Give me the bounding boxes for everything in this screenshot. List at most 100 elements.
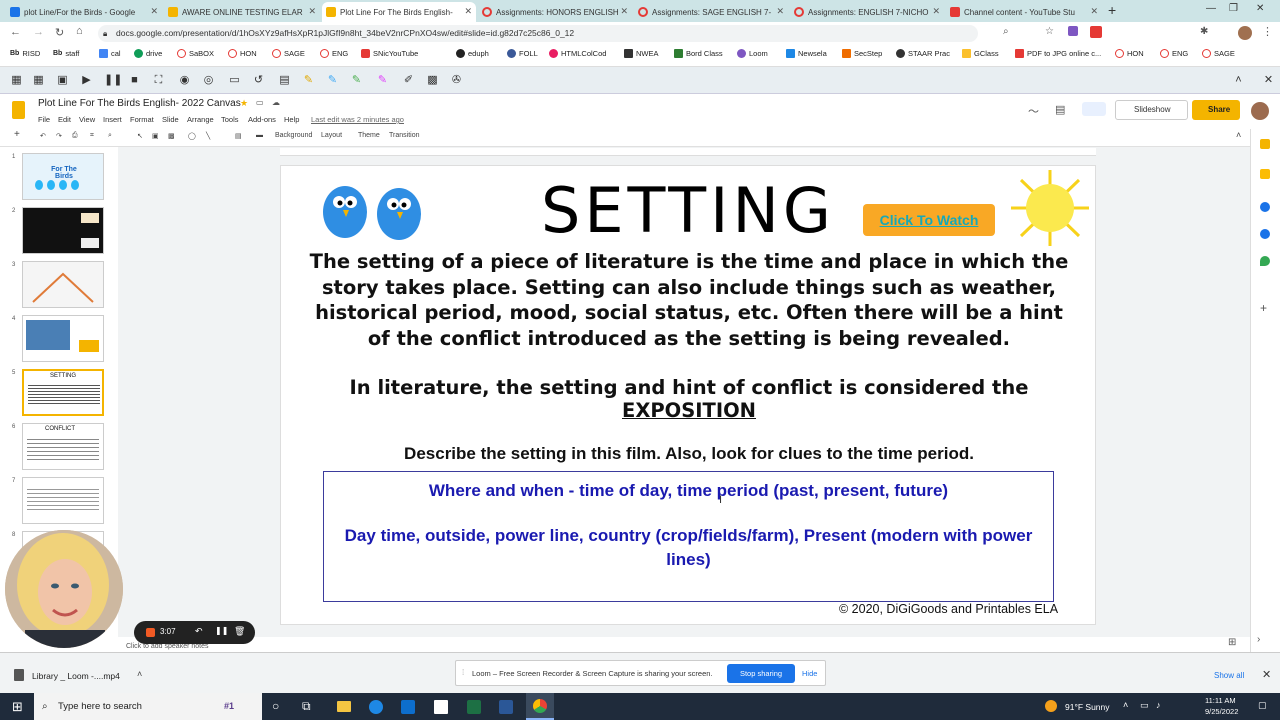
bookmark-item[interactable]: FOLL (507, 49, 538, 58)
image-icon[interactable]: ▣ (56, 74, 69, 87)
drag-handle-icon[interactable]: ⁞ (462, 668, 464, 677)
file-explorer-icon[interactable] (337, 701, 351, 712)
bookmark-item[interactable]: drive (134, 49, 162, 58)
slide-thumbnail[interactable] (22, 477, 104, 524)
stop-sharing-button[interactable]: Stop sharing (727, 664, 795, 683)
slide-thumbnail[interactable]: For The Birds (22, 153, 104, 200)
close-icon[interactable]: ✕ (932, 6, 940, 17)
extension-icon[interactable] (1068, 26, 1078, 36)
cortana-icon[interactable]: ○ (272, 699, 279, 713)
restore-button[interactable]: ❐ (1229, 3, 1238, 14)
bookmark-item[interactable]: NWEA (624, 49, 659, 58)
close-icon[interactable]: ✕ (464, 6, 472, 17)
line-icon[interactable]: ╲ (206, 132, 210, 140)
minimize-toolbar-icon[interactable]: ˄ (1232, 74, 1245, 87)
move-folder-icon[interactable]: ▭ (256, 98, 264, 107)
pause-icon[interactable]: ❚❚ (215, 626, 228, 635)
print-icon[interactable]: ⎙ (72, 132, 78, 140)
notepad-icon[interactable] (434, 700, 448, 714)
word-icon[interactable] (499, 700, 513, 714)
explore-icon[interactable]: ⊞ (1228, 637, 1236, 648)
chrome-taskbar-button[interactable] (526, 693, 554, 720)
menu-slide[interactable]: Slide (162, 115, 179, 124)
voice-icon[interactable]: ◎ (202, 74, 215, 87)
close-toolbar-icon[interactable]: ✕ (1262, 74, 1275, 87)
undo-icon[interactable]: ↶ (40, 132, 46, 140)
close-icon[interactable]: ✕ (150, 6, 158, 17)
bookmark-item[interactable]: eduph (456, 49, 489, 58)
close-icon[interactable]: ✕ (308, 6, 316, 17)
network-icon[interactable]: ▭ (1140, 700, 1149, 711)
star-icon[interactable]: ★ (240, 98, 248, 109)
tasks-icon[interactable] (1260, 202, 1270, 212)
new-slide-icon[interactable]: + (14, 129, 20, 140)
stop-record-icon[interactable] (146, 628, 155, 637)
screenshot-icon[interactable]: ⛶ (152, 74, 165, 87)
home-icon[interactable]: ⌂ (76, 25, 83, 37)
slide-thumbnail[interactable] (22, 315, 104, 362)
translate-icon[interactable]: ↺ (252, 74, 265, 87)
stop-icon[interactable]: ■ (128, 74, 141, 87)
menu-arrange[interactable]: Arrange (187, 115, 214, 124)
collect-highlights-icon[interactable]: ✐ (402, 74, 415, 87)
slide-thumbnail-active[interactable]: SETTING (22, 369, 104, 416)
speaker-notes[interactable]: Click to add speaker notes ⊞ (118, 637, 1250, 652)
menu-insert[interactable]: Insert (103, 115, 122, 124)
bookmark-item[interactable]: HTMLColCod (549, 49, 606, 58)
back-icon[interactable]: ← (10, 26, 21, 38)
browser-tab-active[interactable]: Plot Line For The Birds English- ✕ (322, 2, 476, 22)
contacts-icon[interactable] (1260, 229, 1270, 239)
hide-button[interactable]: Hide (802, 669, 817, 678)
extension-icon[interactable] (1090, 26, 1102, 38)
close-downloads-icon[interactable]: ✕ (1262, 668, 1271, 681)
close-icon[interactable]: ✕ (1090, 6, 1098, 17)
webcam-bubble[interactable] (5, 530, 123, 648)
browser-tab[interactable]: Channel content - YouTube Stu ✕ (946, 2, 1102, 22)
response-text-box[interactable]: Where and when - time of day, time perio… (323, 471, 1054, 602)
tray-chevron-icon[interactable]: ˄ (1123, 700, 1128, 710)
bookmark-item[interactable]: Bb staff (53, 49, 79, 58)
url-field[interactable]: 🔒︎ docs.google.com/presentation/d/1hOsXY… (98, 25, 978, 42)
menu-add-ons[interactable]: Add-ons (248, 115, 276, 124)
puzzle-icon[interactable]: ✱ (1200, 26, 1208, 37)
screen-mask-icon[interactable]: ▭ (228, 74, 241, 87)
bookmark-item[interactable]: PDF to JPG online c... (1015, 49, 1101, 58)
notifications-icon[interactable]: ▢ (1258, 700, 1267, 711)
activity-icon[interactable]: 〜 (1028, 103, 1039, 119)
volume-icon[interactable]: ♪ (1156, 700, 1161, 710)
zoom-icon[interactable]: ⌕ (1003, 26, 1009, 37)
highlight-yellow-icon[interactable]: ✎ (302, 74, 315, 87)
slideshow-button[interactable]: Slideshow (1115, 100, 1188, 120)
bookmark-item[interactable]: Loom (737, 49, 768, 58)
browser-tab[interactable]: Assignments: ENGLISH 7-NICHO ✕ (790, 2, 944, 22)
fill-color-icon[interactable]: ▬ (256, 132, 263, 139)
settings-icon[interactable]: ✇ (450, 74, 463, 87)
slide-thumbnail[interactable] (22, 261, 104, 308)
browser-tab[interactable]: Assignments: SAGE ENGLISH 7- ✕ (634, 2, 788, 22)
add-addon-icon[interactable]: + (1260, 301, 1267, 315)
document-title[interactable]: Plot Line For The Birds English- 2022 Ca… (38, 98, 241, 109)
picture-dictionary-icon[interactable]: ▦ (32, 74, 45, 87)
bookmark-star-icon[interactable]: ☆ (1045, 26, 1054, 37)
download-filename[interactable]: Library _ Loom -....mp4 (32, 671, 120, 681)
bookmark-item[interactable]: SAGE (272, 49, 305, 58)
show-all-link[interactable]: Show all (1214, 671, 1244, 680)
windows-start-icon[interactable]: ⊞ (12, 699, 23, 715)
edge-icon[interactable] (369, 700, 383, 714)
browser-tab[interactable]: plot Line/For the Birds - Google ✕ (6, 2, 162, 22)
bookmark-item[interactable]: HON (1115, 49, 1144, 58)
close-icon[interactable]: ✕ (620, 6, 628, 17)
dictionary-icon[interactable]: ▦ (10, 74, 23, 87)
zoom-icon[interactable]: ⌕ (108, 132, 112, 140)
background-button[interactable]: Background (275, 132, 312, 139)
transition-button[interactable]: Transition (389, 132, 419, 139)
menu-tools[interactable]: Tools (221, 115, 239, 124)
click-to-watch-button[interactable]: Click To Watch (863, 204, 995, 236)
last-edit-link[interactable]: Last edit was 2 minutes ago (311, 115, 404, 124)
theme-button[interactable]: Theme (358, 132, 380, 139)
bookmark-item[interactable]: SNicYouTube (361, 49, 418, 58)
select-icon[interactable]: ↖ (137, 132, 143, 140)
pause-icon[interactable]: ❚❚ (104, 74, 122, 87)
bookmark-item[interactable]: HON (228, 49, 257, 58)
weather-text[interactable]: 91°F Sunny (1065, 702, 1110, 712)
